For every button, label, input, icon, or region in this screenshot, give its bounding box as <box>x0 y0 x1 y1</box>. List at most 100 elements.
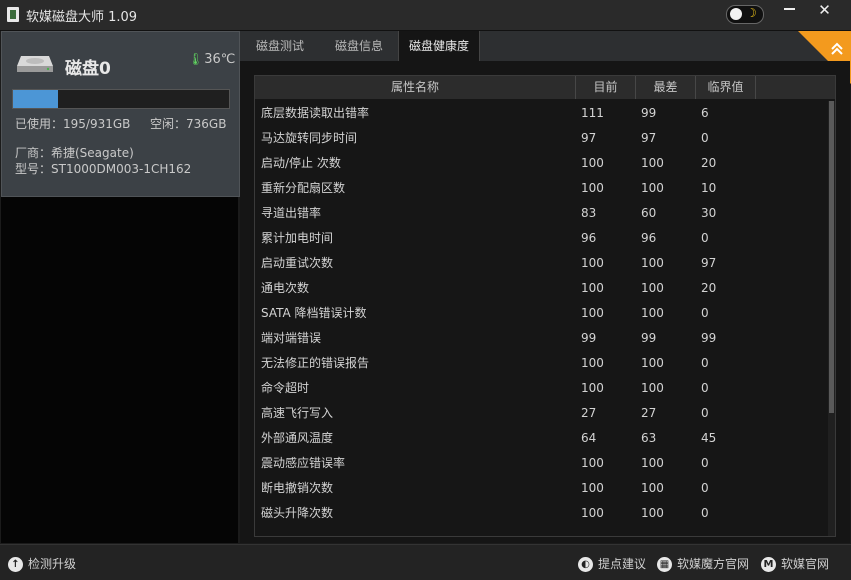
title-bar: 软媒磁盘大师 1.09 ☽ ✕ <box>0 0 851 31</box>
smart-table: 属性名称 目前 最差 临界值 底层数据读取出错率 111 99 6 马达旋转同步时间 97… <box>254 75 836 537</box>
check-update-link[interactable]: ↑ 检测升级 <box>8 555 76 572</box>
tab-disk-info[interactable]: 磁盘信息 <box>320 31 398 61</box>
attribute-name-cell: 命令超时 <box>261 381 310 395</box>
attribute-name-cell: 重新分配扇区数 <box>261 181 346 195</box>
table-row[interactable]: 启动重试次数 100 100 97 <box>255 251 828 276</box>
threshold-value-cell: 0 <box>701 481 709 495</box>
worst-value-cell: 100 <box>641 156 664 170</box>
current-value-cell: 100 <box>581 481 604 495</box>
disk-model: 型号：ST1000DM003-1CH162 <box>15 162 192 176</box>
table-row[interactable]: 马达旋转同步时间 97 97 0 <box>255 126 828 151</box>
current-value-cell: 100 <box>581 156 604 170</box>
used-space: 已使用：195/931GB <box>15 117 131 131</box>
attribute-name-cell: SATA 降档错误计数 <box>261 306 367 320</box>
attribute-name-cell: 震动感应错误率 <box>261 456 346 470</box>
moon-icon: ☽ <box>746 6 757 20</box>
worst-value-cell: 63 <box>641 431 657 445</box>
worst-value-cell: 100 <box>641 181 664 195</box>
thermometer-icon: 🌡 <box>188 52 204 66</box>
mofang-site-label: 软媒魔方官网 <box>677 557 750 571</box>
scrollbar-thumb[interactable] <box>829 101 834 413</box>
table-row[interactable]: 命令超时 100 100 0 <box>255 376 828 401</box>
table-row[interactable]: 寻道出错率 83 60 30 <box>255 201 828 226</box>
current-value-cell: 100 <box>581 506 604 520</box>
current-value-cell: 27 <box>581 406 597 420</box>
feedback-link[interactable]: ◐ 提点建议 <box>578 555 646 572</box>
minimize-icon <box>784 7 795 10</box>
worst-value-cell: 100 <box>641 281 664 295</box>
table-row[interactable]: 重新分配扇区数 100 100 10 <box>255 176 828 201</box>
header-current[interactable]: 目前 <box>576 76 635 99</box>
table-row[interactable]: 通电次数 100 100 20 <box>255 276 828 301</box>
threshold-value-cell: 0 <box>701 231 709 245</box>
attribute-name-cell: 寻道出错率 <box>261 206 322 220</box>
worst-value-cell: 99 <box>641 331 657 345</box>
app-icon <box>7 7 19 22</box>
threshold-value-cell: 97 <box>701 256 717 270</box>
header-worst[interactable]: 最差 <box>636 76 695 99</box>
disk-summary-panel[interactable]: 磁盘0 🌡36℃ 已使用：195/931GB 空闲：736GB 厂商：希捷(Se… <box>1 31 240 197</box>
current-value-cell: 96 <box>581 231 597 245</box>
threshold-value-cell: 0 <box>701 306 709 320</box>
tab-disk-test[interactable]: 磁盘测试 <box>240 31 320 61</box>
table-row[interactable]: 启动/停止 次数 100 100 20 <box>255 151 828 176</box>
current-value-cell: 99 <box>581 331 597 345</box>
table-row[interactable]: 震动感应错误率 100 100 0 <box>255 451 828 476</box>
minimize-button[interactable] <box>771 0 808 22</box>
worst-value-cell: 100 <box>641 306 664 320</box>
current-value-cell: 100 <box>581 281 604 295</box>
threshold-value-cell: 0 <box>701 381 709 395</box>
theme-toggle[interactable]: ☽ <box>726 5 764 24</box>
threshold-value-cell: 0 <box>701 456 709 470</box>
table-row[interactable]: 磁头升降次数 100 100 0 <box>255 501 828 526</box>
current-value-cell: 97 <box>581 131 597 145</box>
header-threshold[interactable]: 临界值 <box>696 76 755 99</box>
current-value-cell: 83 <box>581 206 597 220</box>
worst-value-cell: 60 <box>641 206 657 220</box>
ruanmei-site-link[interactable]: M 软媒官网 <box>761 555 829 572</box>
ruanmei-site-label: 软媒官网 <box>781 557 830 571</box>
close-button[interactable]: ✕ <box>806 0 843 22</box>
table-scrollbar[interactable] <box>828 101 835 536</box>
grid-icon: ▦ <box>657 557 672 572</box>
current-value-cell: 100 <box>581 256 604 270</box>
attribute-name-cell: 高速飞行写入 <box>261 406 334 420</box>
mofang-site-link[interactable]: ▦ 软媒魔方官网 <box>657 555 749 572</box>
table-row[interactable]: 断电撤销次数 100 100 0 <box>255 476 828 501</box>
threshold-value-cell: 30 <box>701 206 717 220</box>
attribute-name-cell: 无法修正的错误报告 <box>261 356 370 370</box>
attribute-name-cell: 断电撤销次数 <box>261 481 334 495</box>
worst-value-cell: 96 <box>641 231 657 245</box>
table-row[interactable]: 无法修正的错误报告 100 100 0 <box>255 351 828 376</box>
threshold-value-cell: 45 <box>701 431 717 445</box>
disk-vendor: 厂商：希捷(Seagate) <box>15 146 134 160</box>
attribute-name-cell: 端对端错误 <box>261 331 322 345</box>
table-row[interactable]: 累计加电时间 96 96 0 <box>255 226 828 251</box>
window-title: 软媒磁盘大师 1.09 <box>26 10 138 25</box>
current-value-cell: 100 <box>581 356 604 370</box>
table-row[interactable]: 外部通风温度 64 63 45 <box>255 426 828 451</box>
threshold-value-cell: 0 <box>701 131 709 145</box>
table-row[interactable]: 端对端错误 99 99 99 <box>255 326 828 351</box>
current-value-cell: 100 <box>581 306 604 320</box>
table-row[interactable]: SATA 降档错误计数 100 100 0 <box>255 301 828 326</box>
threshold-value-cell: 6 <box>701 106 709 120</box>
arrow-up-icon: ↑ <box>8 557 23 572</box>
disk-usage-bar <box>12 89 230 109</box>
tab-disk-health[interactable]: 磁盘健康度 <box>398 31 480 61</box>
worst-value-cell: 100 <box>641 456 664 470</box>
table-row[interactable]: 高速飞行写入 27 27 0 <box>255 401 828 426</box>
threshold-value-cell: 0 <box>701 506 709 520</box>
table-row[interactable]: 底层数据读取出错率 111 99 6 <box>255 101 828 126</box>
worst-value-cell: 100 <box>641 481 664 495</box>
threshold-value-cell: 10 <box>701 181 717 195</box>
threshold-value-cell: 99 <box>701 331 717 345</box>
header-attribute[interactable]: 属性名称 <box>255 76 575 99</box>
tab-bar: 磁盘测试 磁盘信息 磁盘健康度 <box>240 31 850 61</box>
worst-value-cell: 100 <box>641 256 664 270</box>
worst-value-cell: 100 <box>641 381 664 395</box>
worst-value-cell: 100 <box>641 356 664 370</box>
current-value-cell: 64 <box>581 431 597 445</box>
attribute-name-cell: 磁头升降次数 <box>261 506 334 520</box>
attribute-name-cell: 启动重试次数 <box>261 256 334 270</box>
